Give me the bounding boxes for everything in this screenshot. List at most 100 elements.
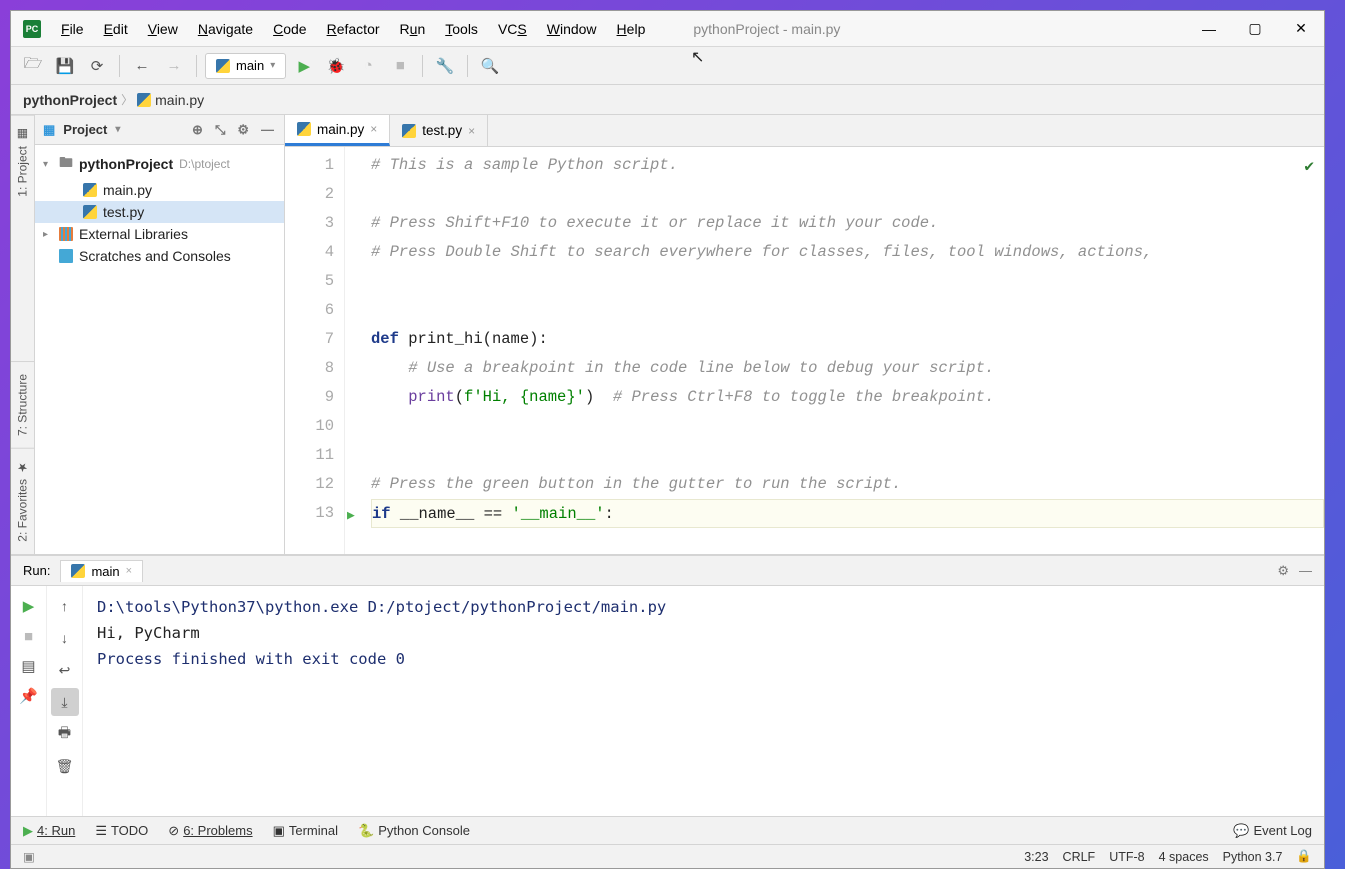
search-icon[interactable]: 🔍: [476, 52, 504, 80]
code-editor[interactable]: 12345678910111213 ▶ # This is a sample P…: [285, 147, 1324, 554]
close-icon[interactable]: ×: [468, 124, 475, 138]
run-tab[interactable]: main ×: [60, 560, 143, 582]
tree-root[interactable]: ▾ 🖿 pythonProject D:\ptoject: [35, 149, 284, 179]
tool-event-log[interactable]: 💬 Event Log: [1233, 823, 1312, 839]
menu-file[interactable]: File: [53, 17, 92, 41]
tab-test-py[interactable]: test.py ×: [390, 115, 488, 146]
status-interpreter[interactable]: Python 3.7: [1223, 850, 1283, 864]
menu-code[interactable]: Code: [265, 17, 314, 41]
run-header: Run: main × ⚙ —: [11, 556, 1324, 586]
close-button[interactable]: ✕: [1278, 11, 1324, 47]
run-toolbar-right: ↑ ↓ ↩ ⤓ 🖶 🗑: [47, 586, 83, 816]
tab-label: test.py: [422, 123, 462, 138]
rerun-icon[interactable]: ▶: [15, 592, 43, 620]
side-tab-project[interactable]: 1: Project▦: [11, 115, 34, 209]
chevron-down-icon[interactable]: ▾: [115, 124, 120, 135]
soft-wrap-icon[interactable]: ↩: [51, 656, 79, 684]
inspection-ok-icon[interactable]: ✔: [1304, 153, 1314, 182]
close-icon[interactable]: ×: [126, 565, 132, 577]
tool-problems[interactable]: ⊘ 6: Problems: [168, 823, 252, 839]
menu-view[interactable]: View: [140, 17, 186, 41]
run-label: Run:: [23, 563, 50, 578]
menu-vcs[interactable]: VCS: [490, 17, 535, 41]
hide-icon[interactable]: —: [1299, 563, 1312, 578]
up-icon[interactable]: ↑: [51, 592, 79, 620]
menu-edit[interactable]: Edit: [96, 17, 136, 41]
console-output[interactable]: D:\tools\Python37\python.exe D:/ptoject/…: [83, 586, 1324, 816]
stop-icon[interactable]: ■: [15, 622, 43, 650]
bottom-tool-stripe: ▶4: Run ☰ TODO ⊘ 6: Problems ▣ Terminal …: [11, 816, 1324, 844]
tab-main-py[interactable]: main.py ×: [285, 115, 390, 146]
tab-label: main.py: [317, 122, 364, 137]
python-icon: [137, 93, 151, 107]
gear-icon[interactable]: ⚙: [1277, 563, 1289, 579]
tree-file[interactable]: test.py: [35, 201, 284, 223]
status-position[interactable]: 3:23: [1024, 850, 1048, 864]
side-tab-favorites[interactable]: 2: Favorites★: [11, 448, 34, 554]
status-encoding[interactable]: UTF-8: [1109, 850, 1144, 864]
breadcrumb-file[interactable]: main.py: [155, 92, 204, 108]
editor-tabs: main.py × test.py ×: [285, 115, 1324, 147]
back-icon[interactable]: ←: [128, 52, 156, 80]
tree-file[interactable]: main.py: [35, 179, 284, 201]
tool-terminal[interactable]: ▣ Terminal: [273, 823, 338, 839]
tree-scratches[interactable]: Scratches and Consoles: [35, 245, 284, 267]
titlebar: PC File Edit View Navigate Code Refactor…: [11, 11, 1324, 47]
python-icon: [402, 124, 416, 138]
tool-todo[interactable]: ☰ TODO: [95, 823, 148, 839]
run-button[interactable]: ▶: [290, 52, 318, 80]
settings-icon[interactable]: 🔧: [431, 52, 459, 80]
project-panel-title[interactable]: Project: [63, 122, 107, 137]
close-icon[interactable]: ×: [370, 122, 377, 136]
chevron-right-icon: 〉: [121, 91, 133, 108]
trash-icon[interactable]: 🗑: [51, 752, 79, 780]
run-config-name: main: [236, 58, 264, 73]
menu-help[interactable]: Help: [609, 17, 654, 41]
menu-tools[interactable]: Tools: [437, 17, 486, 41]
side-tab-structure[interactable]: 7: Structure: [11, 361, 34, 448]
menu-navigate[interactable]: Navigate: [190, 17, 261, 41]
tool-python-console[interactable]: 🐍 Python Console: [358, 823, 470, 839]
menubar: File Edit View Navigate Code Refactor Ru…: [53, 17, 653, 41]
menu-run[interactable]: Run: [392, 17, 434, 41]
ide-window: PC File Edit View Navigate Code Refactor…: [10, 10, 1325, 869]
menu-refactor[interactable]: Refactor: [319, 17, 388, 41]
python-icon: [297, 122, 311, 136]
code-content[interactable]: # This is a sample Python script.# Press…: [365, 147, 1324, 554]
forward-icon[interactable]: →: [160, 52, 188, 80]
breadcrumb-project[interactable]: pythonProject: [23, 92, 117, 108]
chevron-right-icon: ▸: [43, 229, 53, 240]
status-widget-icon[interactable]: ▣: [23, 849, 35, 864]
layout-icon[interactable]: ▤: [15, 652, 43, 680]
tree-external-libs[interactable]: ▸ External Libraries: [35, 223, 284, 245]
scroll-to-end-icon[interactable]: ⤓: [51, 688, 79, 716]
menu-window[interactable]: Window: [539, 17, 605, 41]
project-view-icon: ▦: [43, 122, 55, 138]
status-line-sep[interactable]: CRLF: [1063, 850, 1096, 864]
sync-icon[interactable]: ⟳: [83, 52, 111, 80]
save-icon[interactable]: 💾: [51, 52, 79, 80]
open-icon[interactable]: 🗁: [19, 52, 47, 80]
app-icon: PC: [23, 20, 41, 38]
expand-icon[interactable]: ⤡: [213, 122, 227, 138]
status-indent[interactable]: 4 spaces: [1159, 850, 1209, 864]
down-icon[interactable]: ↓: [51, 624, 79, 652]
hide-icon[interactable]: —: [259, 122, 276, 137]
tool-run[interactable]: ▶4: Run: [23, 823, 75, 839]
run-configuration-selector[interactable]: main ▾: [205, 53, 286, 79]
debug-button[interactable]: 🐞: [322, 52, 350, 80]
maximize-button[interactable]: ▢: [1232, 11, 1278, 47]
scratches-icon: [59, 249, 73, 263]
run-gutter-icon[interactable]: ▶: [347, 501, 355, 530]
project-panel: ▦ Project ▾ ⊕ ⤡ ⚙ — ▾ 🖿 pythonProject D:…: [35, 115, 285, 554]
coverage-icon[interactable]: ◔: [354, 52, 382, 80]
pin-icon[interactable]: 📌: [15, 682, 43, 710]
print-icon[interactable]: 🖶: [51, 720, 79, 748]
minimize-button[interactable]: —: [1186, 11, 1232, 47]
project-panel-header: ▦ Project ▾ ⊕ ⤡ ⚙ —: [35, 115, 284, 145]
lock-icon[interactable]: 🔒: [1296, 849, 1312, 864]
python-icon: [71, 564, 85, 578]
locate-icon[interactable]: ⊕: [190, 122, 205, 138]
gear-icon[interactable]: ⚙: [235, 122, 251, 138]
stop-icon[interactable]: ■: [386, 52, 414, 80]
